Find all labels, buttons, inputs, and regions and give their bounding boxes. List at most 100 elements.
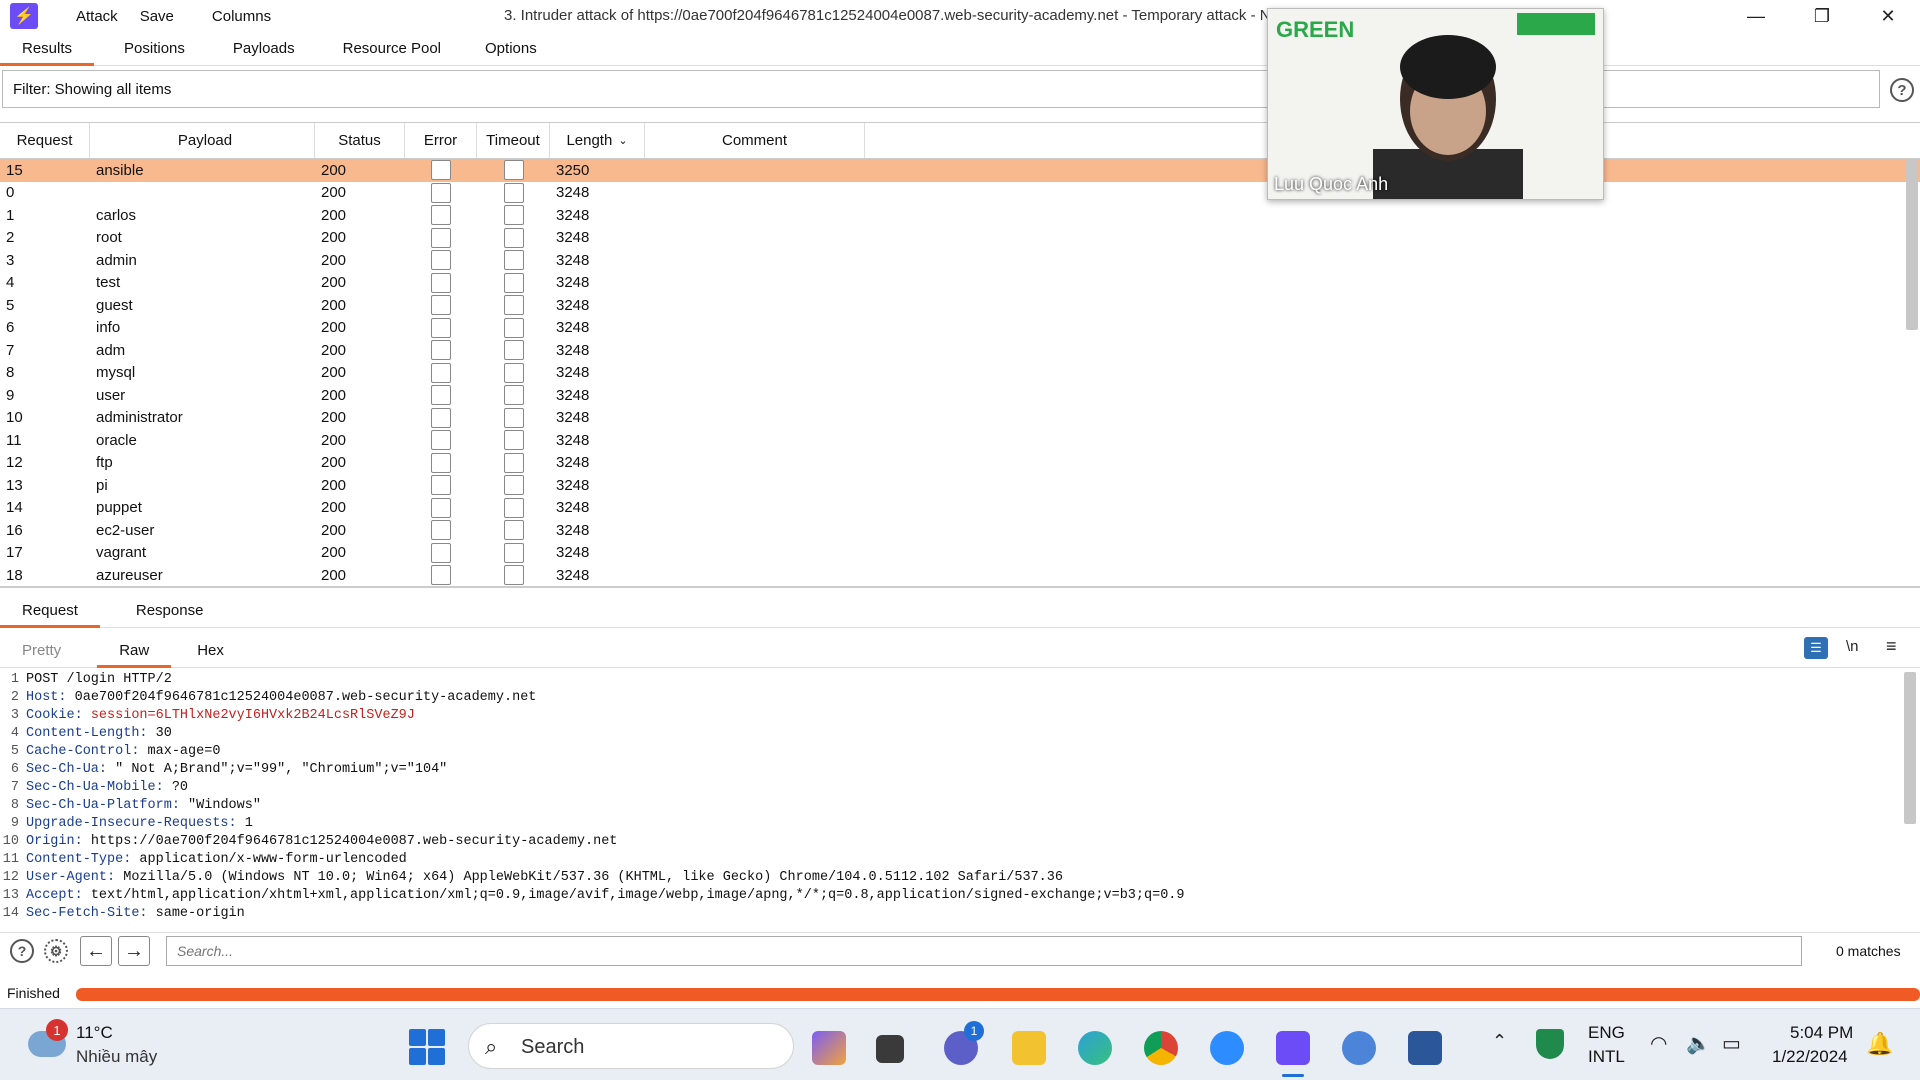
copilot-icon[interactable] (812, 1031, 846, 1065)
volume-icon[interactable]: 🔈 (1686, 1031, 1711, 1056)
word-icon[interactable] (1408, 1031, 1442, 1065)
tab-options[interactable]: Options (463, 34, 559, 65)
tab-request[interactable]: Request (0, 596, 100, 628)
clock-date[interactable]: 1/22/2024 (1772, 1047, 1848, 1067)
tab-hex[interactable]: Hex (175, 636, 246, 667)
col-payload[interactable]: Payload (90, 123, 315, 158)
tab-raw[interactable]: Raw (97, 636, 172, 668)
menu-icon[interactable]: ≡ (1886, 636, 1897, 657)
clock-time[interactable]: 5:04 PM (1790, 1023, 1853, 1043)
menu-columns[interactable]: Columns (212, 8, 271, 25)
length-cell: 3248 (556, 206, 590, 224)
error-checkbox (431, 295, 451, 316)
next-match-button[interactable]: → (118, 936, 150, 966)
wifi-icon[interactable]: ◠ (1650, 1031, 1667, 1056)
notification-bell-icon[interactable]: 🔔 (1866, 1031, 1893, 1057)
col-length[interactable]: Length ⌄ (550, 123, 645, 158)
table-row[interactable]: 18 azureuser 200 3248 (0, 564, 1920, 586)
table-row[interactable]: 6 info 200 3248 (0, 317, 1920, 340)
browser-icon[interactable] (1342, 1031, 1376, 1065)
tab-response[interactable]: Response (114, 596, 226, 627)
col-request[interactable]: Request (0, 123, 90, 158)
settings-gear-icon[interactable]: ⚙ (44, 939, 68, 963)
raw-request-editor[interactable]: 1 POST /login HTTP/2 2 Host: 0ae700f204f964… (0, 672, 1905, 924)
table-row[interactable]: 13 pi 200 3248 (0, 474, 1920, 497)
chrome-icon[interactable] (1144, 1031, 1178, 1065)
table-row[interactable]: 3 admin 200 3248 (0, 249, 1920, 272)
security-shield-icon[interactable] (1536, 1029, 1564, 1059)
timeout-checkbox (503, 520, 524, 541)
comment-cell (645, 542, 865, 565)
table-row[interactable]: 2 root 200 3248 (0, 227, 1920, 250)
file-explorer-icon[interactable] (1012, 1031, 1046, 1065)
tab-payloads[interactable]: Payloads (211, 34, 317, 65)
weather-badge: 1 (46, 1019, 68, 1041)
taskbar-search[interactable]: ⌕ Search (468, 1023, 794, 1069)
search-input[interactable] (166, 936, 1802, 966)
payload-cell: puppet (96, 499, 142, 517)
payload-cell: root (96, 229, 122, 247)
table-row[interactable]: 9 user 200 3248 (0, 384, 1920, 407)
burp-suite-icon[interactable] (1276, 1031, 1310, 1077)
payload-cell: administrator (96, 409, 183, 427)
weather-description[interactable]: Nhiều mây (76, 1047, 157, 1067)
table-row[interactable]: 16 ec2-user 200 3248 (0, 519, 1920, 542)
timeout-cell (477, 339, 550, 362)
tab-positions[interactable]: Positions (102, 34, 207, 65)
task-view-icon[interactable] (876, 1035, 904, 1063)
minimize-icon[interactable]: — (1724, 0, 1788, 32)
comment-cell (645, 429, 865, 452)
tab-resource-pool[interactable]: Resource Pool (321, 34, 463, 65)
keyboard-layout[interactable]: INTL (1588, 1047, 1625, 1067)
chevron-up-icon[interactable]: ⌃ (1492, 1031, 1507, 1052)
request-cell: 5 (6, 296, 15, 314)
payload-cell: user (96, 386, 126, 404)
col-length-label: Length (566, 132, 613, 149)
error-cell (405, 227, 477, 250)
table-row[interactable]: 17 vagrant 200 3248 (0, 542, 1920, 565)
error-checkbox (431, 272, 451, 293)
timeout-checkbox (503, 250, 524, 271)
editor-line: 14 Sec-Fetch-Site: same-origin (0, 906, 1905, 924)
previous-match-button[interactable]: ← (80, 936, 112, 966)
payload-cell: ec2-user (96, 521, 155, 539)
table-scrollbar[interactable] (1906, 160, 1918, 330)
table-row[interactable]: 14 puppet 200 3248 (0, 497, 1920, 520)
menu-save[interactable]: Save (140, 8, 174, 25)
col-comment[interactable]: Comment (645, 123, 865, 158)
table-row[interactable]: 15 ansible 200 3250 (0, 159, 1920, 182)
col-error[interactable]: Error (405, 123, 477, 158)
webcam-overlay[interactable]: GREEN Luu Quoc Anh (1267, 8, 1604, 200)
status-cell: 200 (321, 409, 347, 427)
col-status[interactable]: Status (315, 123, 405, 158)
help-icon[interactable]: ? (1890, 78, 1914, 102)
zoom-icon[interactable] (1210, 1031, 1244, 1065)
menu-attack[interactable]: Attack (76, 8, 118, 25)
table-row[interactable]: 5 guest 200 3248 (0, 294, 1920, 317)
help-icon[interactable]: ? (10, 939, 34, 963)
table-row[interactable]: 10 administrator 200 3248 (0, 407, 1920, 430)
table-row[interactable]: 12 ftp 200 3248 (0, 452, 1920, 475)
show-newlines-button[interactable]: \n (1846, 638, 1859, 655)
tab-pretty[interactable]: Pretty (0, 636, 83, 667)
header-value: "Windows" (179, 798, 261, 813)
editor-scrollbar[interactable] (1904, 672, 1916, 824)
col-timeout[interactable]: Timeout (477, 123, 550, 158)
wrap-lines-icon[interactable]: ☰ (1804, 637, 1828, 659)
restore-icon[interactable]: ❐ (1790, 0, 1854, 32)
table-row[interactable]: 0 200 3248 (0, 182, 1920, 205)
edge-icon[interactable] (1078, 1031, 1112, 1065)
windows-start-icon[interactable] (409, 1029, 445, 1065)
weather-temperature[interactable]: 11°C (76, 1023, 113, 1043)
table-row[interactable]: 4 test 200 3248 (0, 272, 1920, 295)
timeout-checkbox (503, 182, 524, 203)
language-code[interactable]: ENG (1588, 1023, 1625, 1043)
table-row[interactable]: 7 adm 200 3248 (0, 339, 1920, 362)
table-row[interactable]: 11 oracle 200 3248 (0, 429, 1920, 452)
tab-results[interactable]: Results (0, 34, 95, 66)
battery-icon[interactable]: ▭ (1722, 1031, 1741, 1056)
table-row[interactable]: 8 mysql 200 3248 (0, 362, 1920, 385)
length-cell: 3248 (556, 296, 590, 314)
close-icon[interactable]: ✕ (1856, 0, 1920, 32)
table-row[interactable]: 1 carlos 200 3248 (0, 204, 1920, 227)
